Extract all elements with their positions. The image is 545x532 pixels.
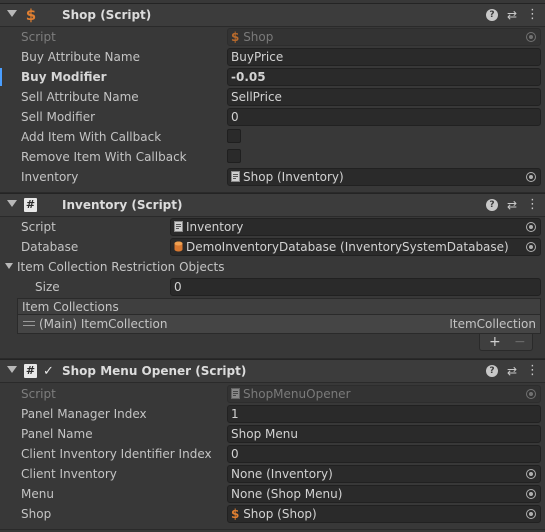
- sell-modifier-label: Sell Modifier: [21, 110, 96, 124]
- object-picker-icon[interactable]: [526, 509, 536, 519]
- csharp-script-icon: #: [24, 364, 37, 378]
- item-collections-label: Item Collections: [22, 300, 119, 314]
- script-field[interactable]: $ Shop: [227, 28, 541, 46]
- drag-handle-icon[interactable]: [23, 321, 35, 326]
- object-picker-icon[interactable]: [526, 489, 536, 499]
- remove-item-with-callback-label: Remove Item With Callback: [21, 150, 187, 164]
- script-label: Script: [21, 30, 56, 44]
- remove-button[interactable]: −: [514, 334, 526, 350]
- component-title: Shop Menu Opener (Script): [62, 364, 247, 378]
- shop-object-field[interactable]: $ Shop (Shop): [227, 505, 541, 523]
- shop-menu-opener-component-header[interactable]: # ✓ Shop Menu Opener (Script) ? ⇄ ⋮: [0, 359, 545, 383]
- component-title: Shop (Script): [62, 8, 152, 22]
- database-icon: [174, 241, 183, 252]
- client-inventory-identifier-index-label: Client Inventory Identifier Index: [21, 447, 212, 461]
- script-label: Script: [21, 387, 56, 401]
- add-item-with-callback-toggle[interactable]: [227, 129, 241, 143]
- client-inventory-label: Client Inventory: [21, 467, 117, 481]
- sell-attribute-name-label: Sell Attribute Name: [21, 90, 139, 104]
- buy-modifier-label: Buy Modifier: [21, 70, 107, 84]
- buy-attribute-name-field[interactable]: BuyPrice: [227, 48, 541, 66]
- dollar-script-icon: $: [231, 507, 240, 521]
- inventory-label: Inventory: [21, 170, 79, 184]
- inventory-object-value: Shop (Inventory): [243, 170, 344, 184]
- help-icon[interactable]: ?: [486, 365, 498, 377]
- csharp-script-icon: #: [24, 198, 37, 212]
- client-inventory-object-field[interactable]: None (Inventory): [227, 465, 541, 483]
- object-picker-icon[interactable]: [526, 222, 536, 232]
- menu-value: None (Shop Menu): [231, 487, 343, 501]
- panel-manager-index-field[interactable]: 1: [227, 405, 541, 423]
- buy-modifier-field[interactable]: -0.05: [227, 68, 541, 86]
- remove-item-with-callback-toggle[interactable]: [227, 149, 241, 163]
- database-value: DemoInventoryDatabase (InventorySystemDa…: [186, 240, 509, 254]
- script-file-icon: [231, 388, 240, 399]
- foldout-arrow-icon[interactable]: [5, 263, 13, 269]
- foldout-arrow-icon[interactable]: [7, 200, 17, 207]
- object-picker-icon[interactable]: [526, 389, 536, 399]
- client-inventory-identifier-index-field[interactable]: 0: [227, 445, 541, 463]
- script-file-icon: [174, 221, 183, 232]
- presets-icon[interactable]: ⇄: [506, 9, 518, 21]
- enabled-checkbox[interactable]: ✓: [42, 365, 55, 378]
- shop-value: Shop (Shop): [243, 507, 317, 521]
- item-collections-list-header: Item Collections: [17, 298, 541, 315]
- modified-marker: [0, 68, 2, 86]
- database-object-field[interactable]: DemoInventoryDatabase (InventorySystemDa…: [170, 238, 541, 256]
- collection-item-type: ItemCollection: [449, 317, 536, 331]
- foldout-arrow-icon[interactable]: [7, 10, 17, 17]
- database-label: Database: [21, 240, 79, 254]
- client-inventory-value: None (Inventory): [231, 467, 333, 481]
- menu-object-field[interactable]: None (Shop Menu): [227, 485, 541, 503]
- add-button[interactable]: +: [489, 334, 501, 350]
- sell-attribute-name-field[interactable]: SellPrice: [227, 88, 541, 106]
- script-value: ShopMenuOpener: [243, 387, 351, 401]
- inventory-component-header[interactable]: # Inventory (Script) ? ⇄ ⋮: [0, 193, 545, 217]
- sell-modifier-field[interactable]: 0: [227, 108, 541, 126]
- size-label: Size: [35, 280, 60, 294]
- component-separator: [0, 529, 545, 530]
- menu-label: Menu: [21, 487, 54, 501]
- component-menu-icon[interactable]: ⋮: [526, 364, 539, 377]
- script-field[interactable]: ShopMenuOpener: [227, 385, 541, 403]
- object-picker-icon[interactable]: [526, 32, 536, 42]
- object-picker-icon[interactable]: [526, 242, 536, 252]
- shop-component-header[interactable]: $ Shop (Script) ? ⇄ ⋮: [0, 3, 545, 27]
- script-label: Script: [21, 220, 56, 234]
- dollar-script-icon: $: [25, 6, 37, 24]
- help-icon[interactable]: ?: [486, 9, 498, 21]
- inventory-object-field[interactable]: Shop (Inventory): [227, 168, 541, 186]
- panel-manager-index-label: Panel Manager Index: [21, 407, 147, 421]
- panel-name-label: Panel Name: [21, 427, 93, 441]
- help-icon[interactable]: ?: [486, 199, 498, 211]
- script-value: Shop: [243, 30, 274, 44]
- presets-icon[interactable]: ⇄: [506, 199, 518, 211]
- shop-label: Shop: [21, 507, 52, 521]
- component-menu-icon[interactable]: ⋮: [526, 8, 539, 21]
- component-title: Inventory (Script): [62, 198, 183, 212]
- component-icon: [231, 171, 240, 182]
- dollar-script-icon: $: [231, 30, 240, 44]
- list-footer: + −: [479, 334, 533, 351]
- list-item[interactable]: (Main) ItemCollection ItemCollection: [17, 315, 541, 334]
- component-menu-icon[interactable]: ⋮: [526, 198, 539, 211]
- collection-item-name: (Main) ItemCollection: [39, 317, 168, 331]
- panel-name-field[interactable]: Shop Menu: [227, 425, 541, 443]
- script-field[interactable]: Inventory: [170, 218, 541, 236]
- script-value: Inventory: [186, 220, 244, 234]
- size-field[interactable]: 0: [170, 278, 541, 296]
- restriction-objects-label[interactable]: Item Collection Restriction Objects: [17, 260, 224, 274]
- object-picker-icon[interactable]: [526, 172, 536, 182]
- presets-icon[interactable]: ⇄: [506, 365, 518, 377]
- add-item-with-callback-label: Add Item With Callback: [21, 130, 162, 144]
- foldout-arrow-icon[interactable]: [7, 366, 17, 373]
- buy-attribute-name-label: Buy Attribute Name: [21, 50, 140, 64]
- object-picker-icon[interactable]: [526, 469, 536, 479]
